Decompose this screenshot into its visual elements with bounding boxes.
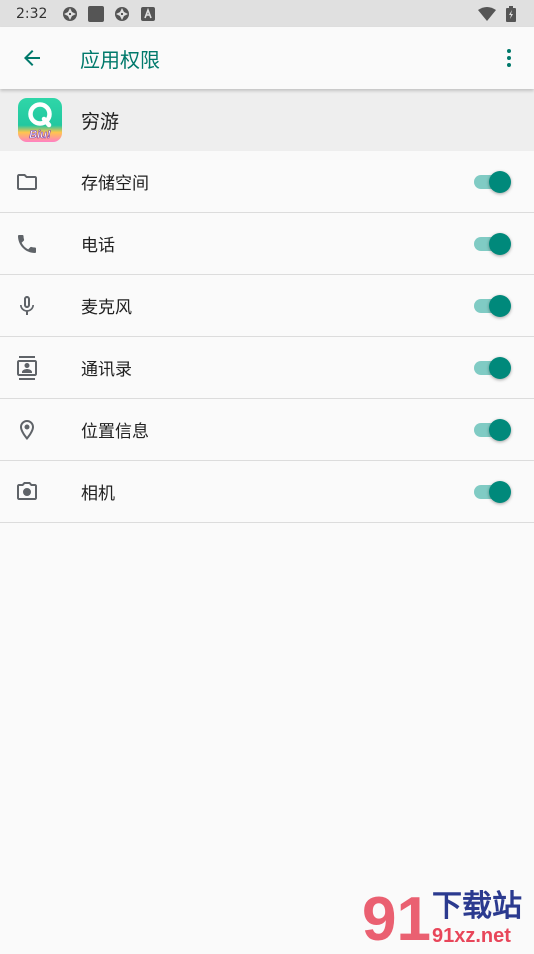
toggle-thumb <box>489 170 511 193</box>
permission-label: 位置信息 <box>81 422 149 442</box>
app-header: Biu! 穷游 <box>0 89 534 151</box>
permission-row-phone[interactable]: 电话 <box>0 213 534 275</box>
watermark-text: 下载站 <box>432 889 522 924</box>
microphone-toggle[interactable] <box>474 293 514 319</box>
location-icon <box>20 419 34 440</box>
camera-icon <box>17 481 37 500</box>
svg-text:91: 91 <box>362 885 431 950</box>
app-icon: Biu! <box>18 98 62 142</box>
permission-label: 通讯录 <box>81 360 132 380</box>
permission-row-storage[interactable]: 存储空间 <box>0 151 534 213</box>
microphone-icon <box>20 295 34 315</box>
contacts-toggle[interactable] <box>474 355 514 381</box>
status-time: 2:32 <box>16 5 48 22</box>
wifi-icon <box>478 5 496 23</box>
camera-toggle[interactable] <box>474 479 514 505</box>
permission-label: 麦克风 <box>81 298 132 318</box>
toggle-thumb <box>489 356 511 379</box>
permission-row-camera[interactable]: 相机 <box>0 461 534 523</box>
notification-aperture-icon <box>61 5 79 23</box>
back-button[interactable] <box>8 34 56 82</box>
contacts-icon <box>17 355 37 380</box>
app-icon-text: Biu! <box>29 129 51 141</box>
permission-label: 电话 <box>81 236 115 256</box>
permission-label: 存储空间 <box>81 174 149 194</box>
notification-square-icon <box>87 5 105 23</box>
notification-a-icon <box>139 5 157 23</box>
storage-toggle[interactable] <box>474 169 514 195</box>
notification-aperture-icon <box>113 5 131 23</box>
permission-row-microphone[interactable]: 麦克风 <box>0 275 534 337</box>
toggle-thumb <box>489 294 511 317</box>
phone-icon <box>18 234 36 253</box>
watermark-logo: 91 下载站 91xz.net <box>360 880 534 954</box>
status-notification-icons <box>61 5 157 23</box>
more-vert-icon <box>507 49 511 67</box>
toolbar: 应用权限 <box>0 27 534 89</box>
toggle-thumb <box>489 418 511 441</box>
arrow-back-icon <box>24 50 40 66</box>
battery-icon <box>502 5 520 23</box>
phone-toggle[interactable] <box>474 231 514 257</box>
status-bar: 2:32 <box>0 0 534 27</box>
app-name: 穷游 <box>81 110 120 133</box>
location-toggle[interactable] <box>474 417 514 443</box>
more-options-button[interactable] <box>489 34 529 82</box>
toggle-thumb <box>489 232 511 255</box>
permission-list: 存储空间 电话 麦克风 通讯录 位置信息 相机 <box>0 151 534 523</box>
page-title: 应用权限 <box>80 47 160 72</box>
folder-icon <box>17 173 37 190</box>
status-system-icons <box>478 5 520 23</box>
permission-row-contacts[interactable]: 通讯录 <box>0 337 534 399</box>
permission-label: 相机 <box>81 484 115 504</box>
watermark-url: 91xz.net <box>432 925 511 947</box>
permission-row-location[interactable]: 位置信息 <box>0 399 534 461</box>
toggle-thumb <box>489 480 511 503</box>
